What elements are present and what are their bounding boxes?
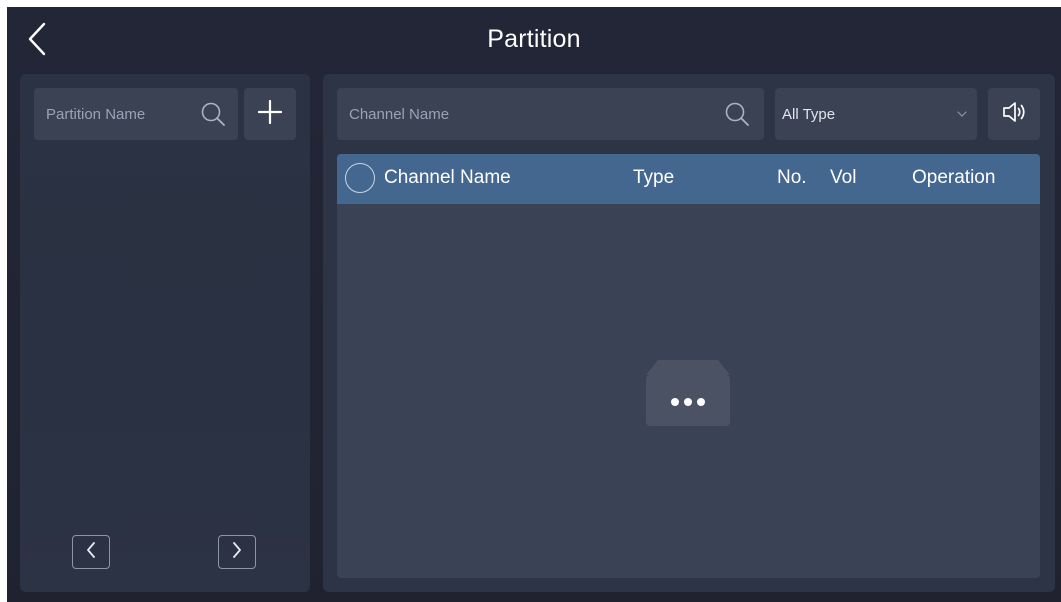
search-icon[interactable] xyxy=(718,101,756,127)
header: Partition xyxy=(7,7,1061,75)
partition-search-placeholder: Partition Name xyxy=(46,105,146,123)
page-title: Partition xyxy=(487,25,581,53)
channel-search-placeholder: Channel Name xyxy=(349,105,450,123)
empty-box-icon xyxy=(644,358,732,428)
type-filter-select[interactable]: All Type xyxy=(775,88,977,140)
table-header: Channel Name Type No. Vol Operation xyxy=(337,154,1040,204)
column-header-operation[interactable]: Operation xyxy=(912,167,995,189)
channel-table: Channel Name Type No. Vol Operation xyxy=(337,154,1040,578)
channel-search-input[interactable]: Channel Name xyxy=(337,88,764,140)
partition-search-input[interactable]: Partition Name xyxy=(34,88,238,140)
chevron-left-icon xyxy=(86,541,96,563)
column-header-no[interactable]: No. xyxy=(777,167,807,189)
plus-icon xyxy=(257,99,283,129)
column-header-type[interactable]: Type xyxy=(633,167,674,189)
search-icon[interactable] xyxy=(194,101,232,127)
column-header-vol[interactable]: Vol xyxy=(830,167,856,189)
chevron-down-icon xyxy=(957,111,977,117)
chevron-right-icon xyxy=(232,541,242,563)
speaker-button[interactable] xyxy=(988,88,1040,140)
type-filter-value: All Type xyxy=(782,105,836,123)
add-partition-button[interactable] xyxy=(244,88,296,140)
channel-panel: Channel Name All Type Channel Name Type … xyxy=(323,74,1055,592)
prev-page-button[interactable] xyxy=(72,535,110,569)
select-all-checkbox[interactable] xyxy=(345,163,375,193)
column-header-channel-name[interactable]: Channel Name xyxy=(384,167,511,189)
partition-screen: Partition Partition Name Channel Name Al… xyxy=(7,7,1061,602)
next-page-button[interactable] xyxy=(218,535,256,569)
speaker-icon xyxy=(1001,100,1027,129)
partition-list-panel: Partition Name xyxy=(20,74,310,592)
